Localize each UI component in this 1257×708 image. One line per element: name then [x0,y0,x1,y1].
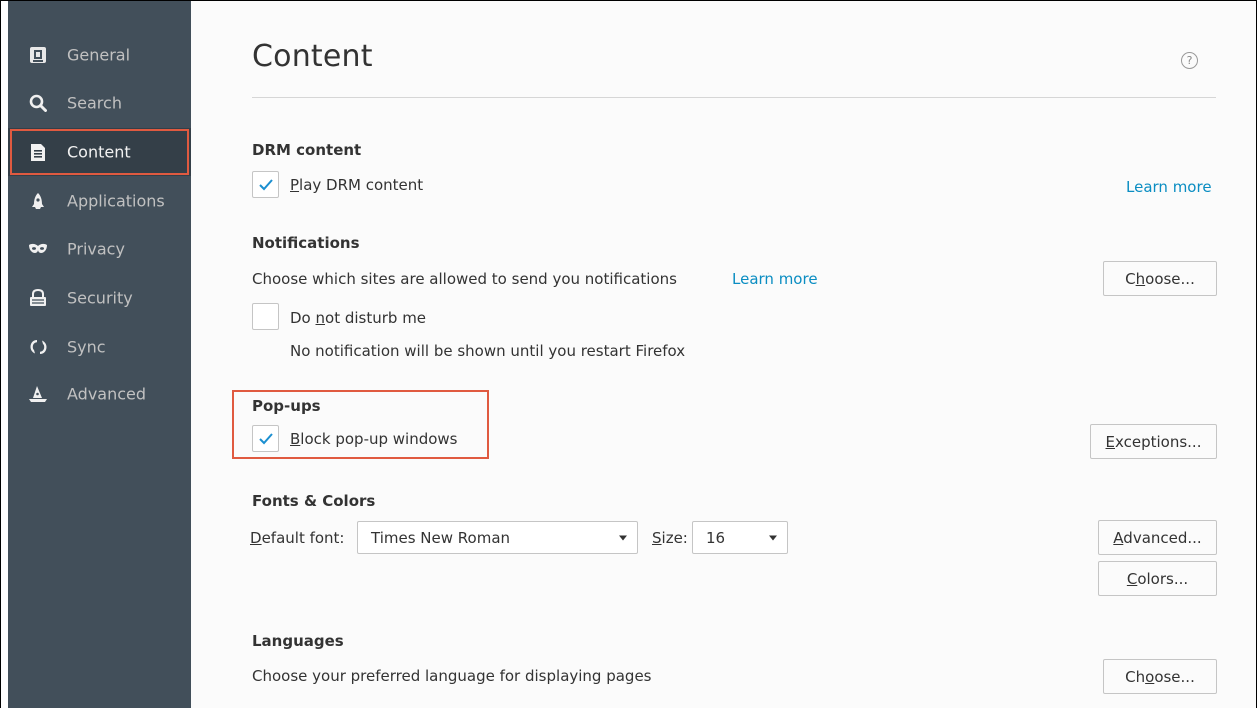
languages-description: Choose your preferred language for displ… [252,667,652,685]
preferences-window: General Search Content Applications Priv… [0,0,1257,708]
wizard-hat-icon [28,384,48,404]
main-panel: Content ? DRM content Play DRM content L… [191,1,1256,708]
notifications-learn-more-link[interactable]: Learn more [732,270,818,288]
sidebar: General Search Content Applications Priv… [8,1,191,708]
search-icon [28,93,48,113]
sidebar-item-label: Search [67,93,122,113]
default-font-value: Times New Roman [371,528,511,547]
exceptions-label: Exceptions... [1105,432,1202,451]
play-drm-checkbox[interactable] [252,171,279,198]
mask-icon [28,239,48,259]
sidebar-item-content[interactable]: Content [8,128,191,176]
help-icon[interactable]: ? [1181,52,1198,69]
sidebar-item-label: Privacy [67,239,125,259]
notifications-choose-button[interactable]: Choose... [1103,261,1217,296]
play-drm-label[interactable]: Play DRM content [290,176,423,194]
security-icon [28,288,48,308]
sync-icon [28,337,48,357]
languages-choose-label: Choose... [1125,667,1195,686]
drm-heading: DRM content [252,141,362,159]
fonts-advanced-button[interactable]: Advanced... [1098,520,1217,555]
dropdown-arrow-icon [769,535,777,540]
sidebar-item-security[interactable]: Security [8,274,191,322]
default-font-label: Default font: [250,529,345,547]
popups-exceptions-button[interactable]: Exceptions... [1090,424,1217,459]
sidebar-item-label: Content [67,142,131,162]
do-not-disturb-checkbox[interactable] [252,303,279,330]
notifications-choose-label: Choose... [1125,269,1195,288]
languages-heading: Languages [252,632,344,650]
do-not-disturb-label[interactable]: Do not disturb me [290,309,426,327]
default-font-select[interactable]: Times New Roman [357,521,638,554]
rocket-icon [28,191,48,211]
sidebar-item-label: Security [67,288,133,308]
notifications-description: Choose which sites are allowed to send y… [252,270,677,288]
document-icon [28,142,48,162]
sidebar-item-privacy[interactable]: Privacy [8,225,191,273]
sidebar-item-search[interactable]: Search [8,79,191,127]
drm-learn-more-link[interactable]: Learn more [1126,178,1212,196]
font-size-value: 16 [706,528,726,547]
notifications-heading: Notifications [252,234,360,252]
sidebar-item-applications[interactable]: Applications [8,177,191,225]
fonts-heading: Fonts & Colors [252,492,376,510]
sidebar-item-sync[interactable]: Sync [8,323,191,371]
play-drm-label-text: lay DRM content [299,176,424,194]
do-not-disturb-note: No notification will be shown until you … [290,342,686,360]
window-edge [1,1,8,708]
popups-highlight-box [232,390,489,459]
colors-label: Colors... [1126,569,1189,588]
size-label: Size: [652,529,688,547]
colors-button[interactable]: Colors... [1098,561,1217,596]
sidebar-item-label: Sync [67,337,106,357]
sidebar-item-general[interactable]: General [8,31,191,79]
dropdown-arrow-icon [619,535,627,540]
checkmark-icon [259,179,273,191]
sidebar-item-label: Applications [67,191,165,211]
font-size-select[interactable]: 16 [692,521,788,554]
sidebar-item-label: General [67,45,131,65]
sidebar-item-label: Advanced [67,384,147,404]
general-icon [28,45,48,65]
title-divider [252,97,1216,98]
page-title: Content [252,39,373,74]
sidebar-item-advanced[interactable]: Advanced [8,370,191,418]
languages-choose-button[interactable]: Choose... [1103,659,1217,694]
advanced-label: Advanced... [1113,528,1202,547]
